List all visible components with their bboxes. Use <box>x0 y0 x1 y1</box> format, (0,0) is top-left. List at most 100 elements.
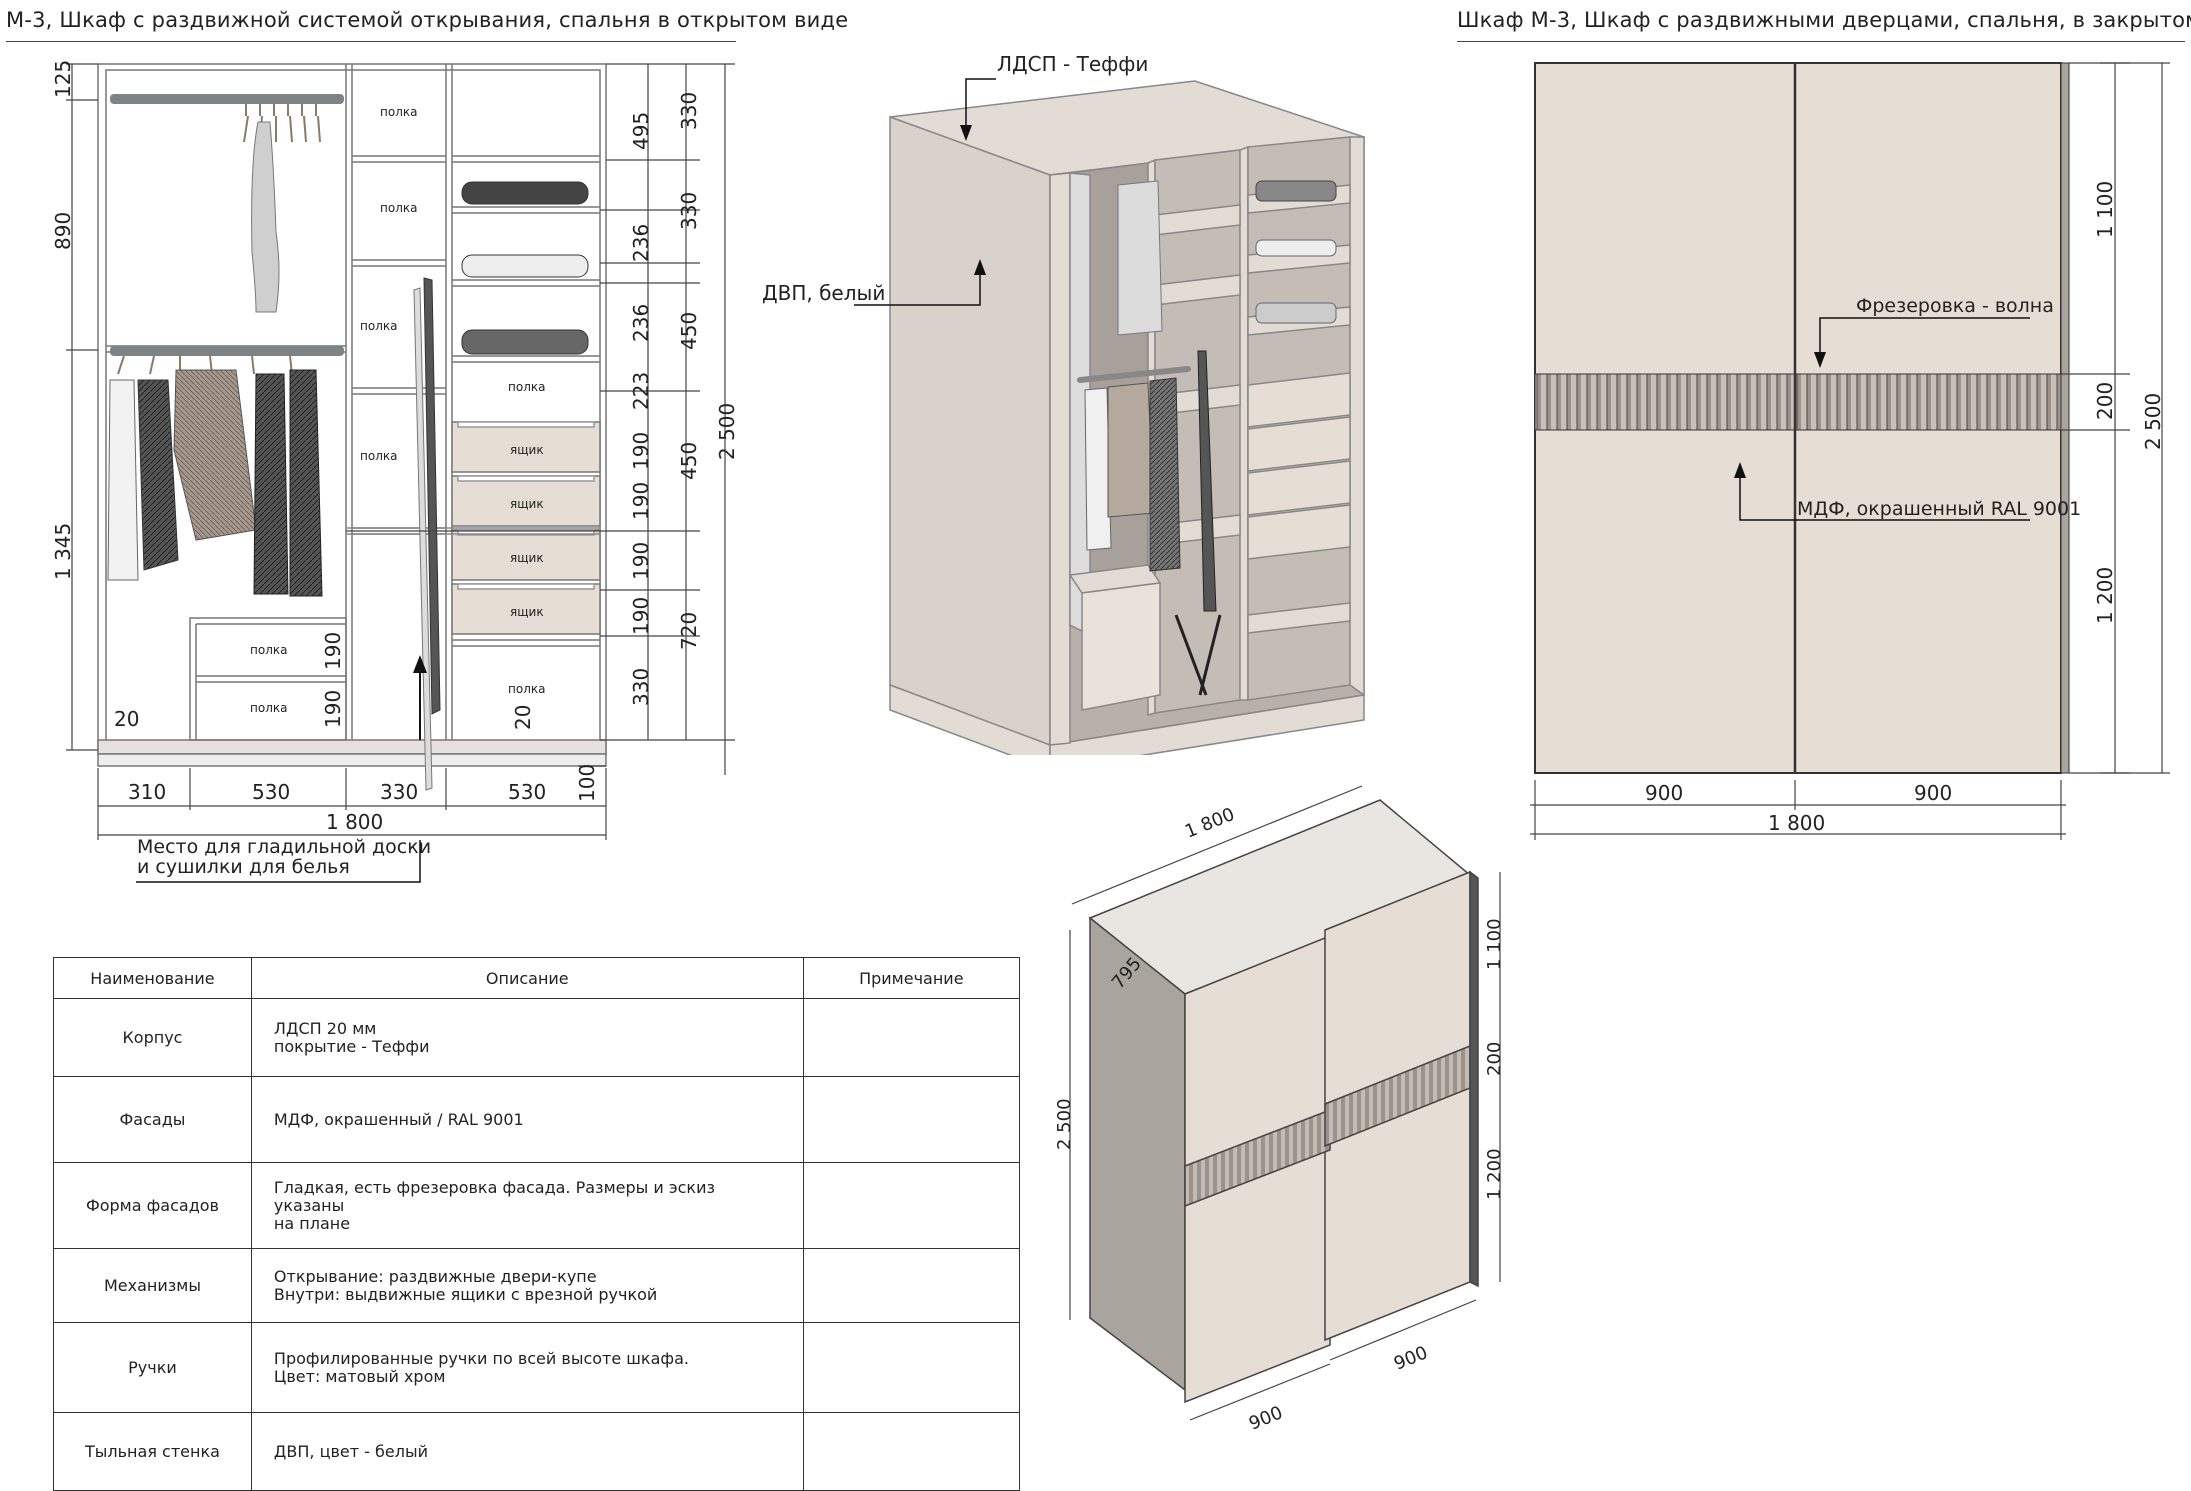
iso-label-top: ЛДСП - Теффи <box>997 55 1148 76</box>
panel-thickness-left: 20 <box>114 707 139 731</box>
closed-dim-total-height: 2 500 <box>2141 393 2165 450</box>
row-note <box>802 1322 1021 1413</box>
panel-thickness-right: 20 <box>511 705 535 730</box>
iso-left-side <box>889 115 1051 747</box>
row-note <box>802 1076 1021 1163</box>
iso-folded-3 <box>1255 302 1337 324</box>
iso-closed-door-width-2: 900 <box>1391 1342 1431 1374</box>
drawer-height-2: 190 <box>321 690 345 728</box>
open-view-drawing: полка полка полка полка полка ящик ящик … <box>51 60 739 883</box>
dim-plinth: 100 <box>575 764 599 802</box>
dim-inner-4: 223 <box>629 372 653 410</box>
label-drawer-4: ящик <box>510 605 544 619</box>
dim-inner-6: 190 <box>629 482 653 520</box>
dim-left-2: 890 <box>51 212 75 250</box>
header-name: Наименование <box>53 957 252 999</box>
dim-inner-3: 236 <box>629 304 653 342</box>
row-name: Ручки <box>53 1322 252 1413</box>
dim-bottom-4: 530 <box>508 780 546 804</box>
table-row: Форма фасадов Гладкая, есть фрезеровка ф… <box>53 1162 1021 1249</box>
open-view-title-underline <box>6 41 736 42</box>
row-name: Механизмы <box>53 1248 252 1323</box>
iso-closed-dim-3: 1 200 <box>1484 1148 1505 1200</box>
closed-view-drawing: 1 100 200 1 200 2 500 900 900 1 800 Фрез… <box>1530 62 2170 840</box>
dim-outer-3: 450 <box>677 312 701 350</box>
label-drawer-2: ящик <box>510 497 544 511</box>
iso-folded-2 <box>1255 239 1337 257</box>
facade-label: МДФ, окрашенный RAL 9001 <box>1797 498 2081 520</box>
label-shelf-7: полка <box>250 643 287 657</box>
dim-inner-1: 495 <box>629 112 653 150</box>
iso-garment-2 <box>1107 382 1155 518</box>
plinth-base <box>97 753 607 767</box>
rail-top <box>110 94 344 104</box>
dim-total-height: 2 500 <box>715 403 739 460</box>
side-strip <box>2060 62 2070 774</box>
iso-garment-1 <box>1084 387 1112 551</box>
spec-table: Наименование Описание Примечание Корпус … <box>53 957 1021 1491</box>
garment-white <box>107 379 139 581</box>
dim-left-1: 125 <box>51 60 75 98</box>
closed-dim-2: 200 <box>2093 382 2117 420</box>
dim-inner-8: 190 <box>629 597 653 635</box>
iso-closed-door-width-1: 900 <box>1246 1402 1286 1434</box>
dim-outer-4: 450 <box>677 442 701 480</box>
label-shelf-2: полка <box>380 201 417 215</box>
dim-bottom-2: 530 <box>252 780 290 804</box>
dim-bottom-1: 310 <box>128 780 166 804</box>
milling-label: Фрезеровка - волна <box>1856 295 2054 317</box>
rail-middle <box>110 346 344 356</box>
iso-closed-drawing: 1 800 795 2 500 1 100 200 1 200 900 900 <box>1054 785 1505 1435</box>
garment-dark-3 <box>289 369 323 597</box>
label-drawer-1: ящик <box>510 443 544 457</box>
dim-inner-9: 330 <box>629 668 653 706</box>
table-row: Ручки Профилированные ручки по всей высо… <box>53 1322 1021 1413</box>
milling-band <box>1534 373 2062 431</box>
iso-closed-side <box>1089 916 1186 1392</box>
closed-total-width: 1 800 <box>1768 811 1825 835</box>
label-shelf-5: полка <box>508 380 545 394</box>
iso-closed-dim-1: 1 100 <box>1484 918 1505 970</box>
ironing-note: Место для гладильной доски и сушилки для… <box>137 836 432 878</box>
open-view-title: М-3, Шкаф с раздвижной системой открыван… <box>6 8 849 32</box>
table-row: Фасады МДФ, окрашенный / RAL 9001 <box>53 1076 1021 1163</box>
iso-garment-3 <box>1149 377 1181 572</box>
iso-folded-1 <box>1255 180 1337 202</box>
row-name: Форма фасадов <box>53 1162 252 1249</box>
header-note: Примечание <box>802 957 1021 999</box>
row-note <box>802 1162 1021 1249</box>
closed-dim-1: 1 100 <box>2093 181 2117 238</box>
row-desc: ЛДСП 20 мм покрытие - Теффи <box>250 998 804 1077</box>
label-drawer-3: ящик <box>510 551 544 565</box>
spec-table-header: Наименование Описание Примечание <box>53 957 1021 999</box>
dim-inner-2: 236 <box>629 224 653 262</box>
iso-label-back: ДВП, белый <box>762 281 885 305</box>
plinth <box>97 739 607 755</box>
dim-total-width: 1 800 <box>326 810 383 834</box>
folded-clothes-2 <box>461 254 589 278</box>
folded-clothes-3 <box>461 329 589 355</box>
dim-outer-2: 330 <box>677 192 701 230</box>
label-shelf-6: полка <box>508 682 545 696</box>
row-name: Тыльная стенка <box>53 1412 252 1491</box>
row-desc: Открывание: раздвижные двери-купе Внутри… <box>250 1248 804 1323</box>
row-name: Фасады <box>53 1076 252 1163</box>
row-note <box>802 1248 1021 1323</box>
iso-garment-top <box>1117 180 1163 336</box>
iso-closed-dim-2: 200 <box>1484 1042 1505 1076</box>
folded-clothes-1 <box>461 181 589 205</box>
dim-outer-1: 330 <box>677 92 701 130</box>
iso-closed-height: 2 500 <box>1054 1098 1075 1150</box>
row-desc: Профилированные ручки по всей высоте шка… <box>250 1322 804 1413</box>
label-shelf-4: полка <box>360 449 397 463</box>
row-desc: МДФ, окрашенный / RAL 9001 <box>250 1076 804 1163</box>
row-note <box>802 1412 1021 1491</box>
dim-bottom-3: 330 <box>380 780 418 804</box>
label-shelf-1: полка <box>380 105 417 119</box>
row-desc: ДВП, цвет - белый <box>250 1412 804 1491</box>
dim-outer-5: 720 <box>677 612 701 650</box>
garment-dark-2 <box>253 373 289 595</box>
label-shelf-8: полка <box>250 701 287 715</box>
table-row: Тыльная стенка ДВП, цвет - белый <box>53 1412 1021 1491</box>
header-description: Описание <box>250 957 804 999</box>
